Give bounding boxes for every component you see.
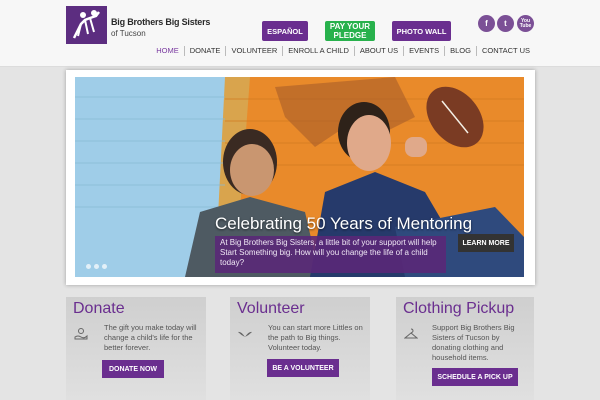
nav-about-us[interactable]: ABOUT US: [353, 46, 403, 56]
be-a-volunteer-button[interactable]: BE A VOLUNTEER: [267, 359, 339, 377]
main-nav: HOME DONATE VOLUNTEER ENROLL A CHILD ABO…: [151, 45, 535, 57]
hand-icon: [74, 328, 88, 340]
logo-subtitle: of Tucson: [111, 29, 146, 38]
pledge-line-1: PAY YOUR: [329, 22, 371, 31]
clothing-text: Support Big Brothers Big Sisters of Tucs…: [432, 323, 515, 362]
nav-volunteer[interactable]: VOLUNTEER: [225, 46, 282, 56]
slider-dots: [86, 264, 107, 269]
pledge-line-2: PLEDGE: [333, 31, 367, 40]
clothing-panel: Clothing Pickup Support Big Brothers Big…: [396, 297, 534, 400]
donate-panel: Donate The gift you make today will chan…: [66, 297, 206, 400]
hero-title: Celebrating 50 Years of Mentoring: [215, 214, 473, 233]
youtube-icon[interactable]: You Tube: [517, 15, 534, 32]
slider-dot[interactable]: [94, 264, 99, 269]
nav-home[interactable]: HOME: [151, 46, 184, 56]
site-header: Big Brothers Big Sisters of Tucson ESPAÑ…: [0, 0, 600, 67]
nav-enroll-a-child[interactable]: ENROLL A CHILD: [282, 46, 354, 56]
volunteer-title: Volunteer: [237, 300, 305, 317]
twitter-icon[interactable]: t: [497, 15, 514, 32]
wings-icon: [238, 331, 252, 337]
hero-caption: At Big Brothers Big Sisters, a little bi…: [215, 236, 446, 273]
nav-events[interactable]: EVENTS: [403, 46, 444, 56]
nav-donate[interactable]: DONATE: [183, 46, 226, 56]
donate-text: The gift you make today will change a ch…: [104, 323, 197, 352]
learn-more-button[interactable]: LEARN MORE: [458, 234, 514, 252]
donate-title: Donate: [73, 300, 125, 317]
nav-blog[interactable]: BLOG: [444, 46, 476, 56]
photo-wall-button[interactable]: PHOTO WALL: [392, 21, 451, 41]
logo-title: Big Brothers Big Sisters: [111, 17, 211, 27]
donate-now-button[interactable]: DONATE NOW: [102, 360, 164, 378]
slider-dot[interactable]: [102, 264, 107, 269]
schedule-pickup-button[interactable]: SCHEDULE A PICK UP: [432, 368, 518, 386]
espanol-button[interactable]: ESPAÑOL: [262, 21, 308, 41]
nav-contact-us[interactable]: CONTACT US: [475, 46, 535, 56]
volunteer-text: You can start more Littles on the path t…: [268, 323, 363, 352]
clothing-title: Clothing Pickup: [403, 300, 515, 317]
volunteer-panel: Volunteer You can start more Littles on …: [230, 297, 370, 400]
logo[interactable]: [66, 6, 107, 44]
pay-pledge-button[interactable]: PAY YOUR PLEDGE: [325, 21, 375, 41]
facebook-icon[interactable]: f: [478, 15, 495, 32]
slider-dot[interactable]: [86, 264, 91, 269]
hanger-icon: [404, 328, 418, 339]
